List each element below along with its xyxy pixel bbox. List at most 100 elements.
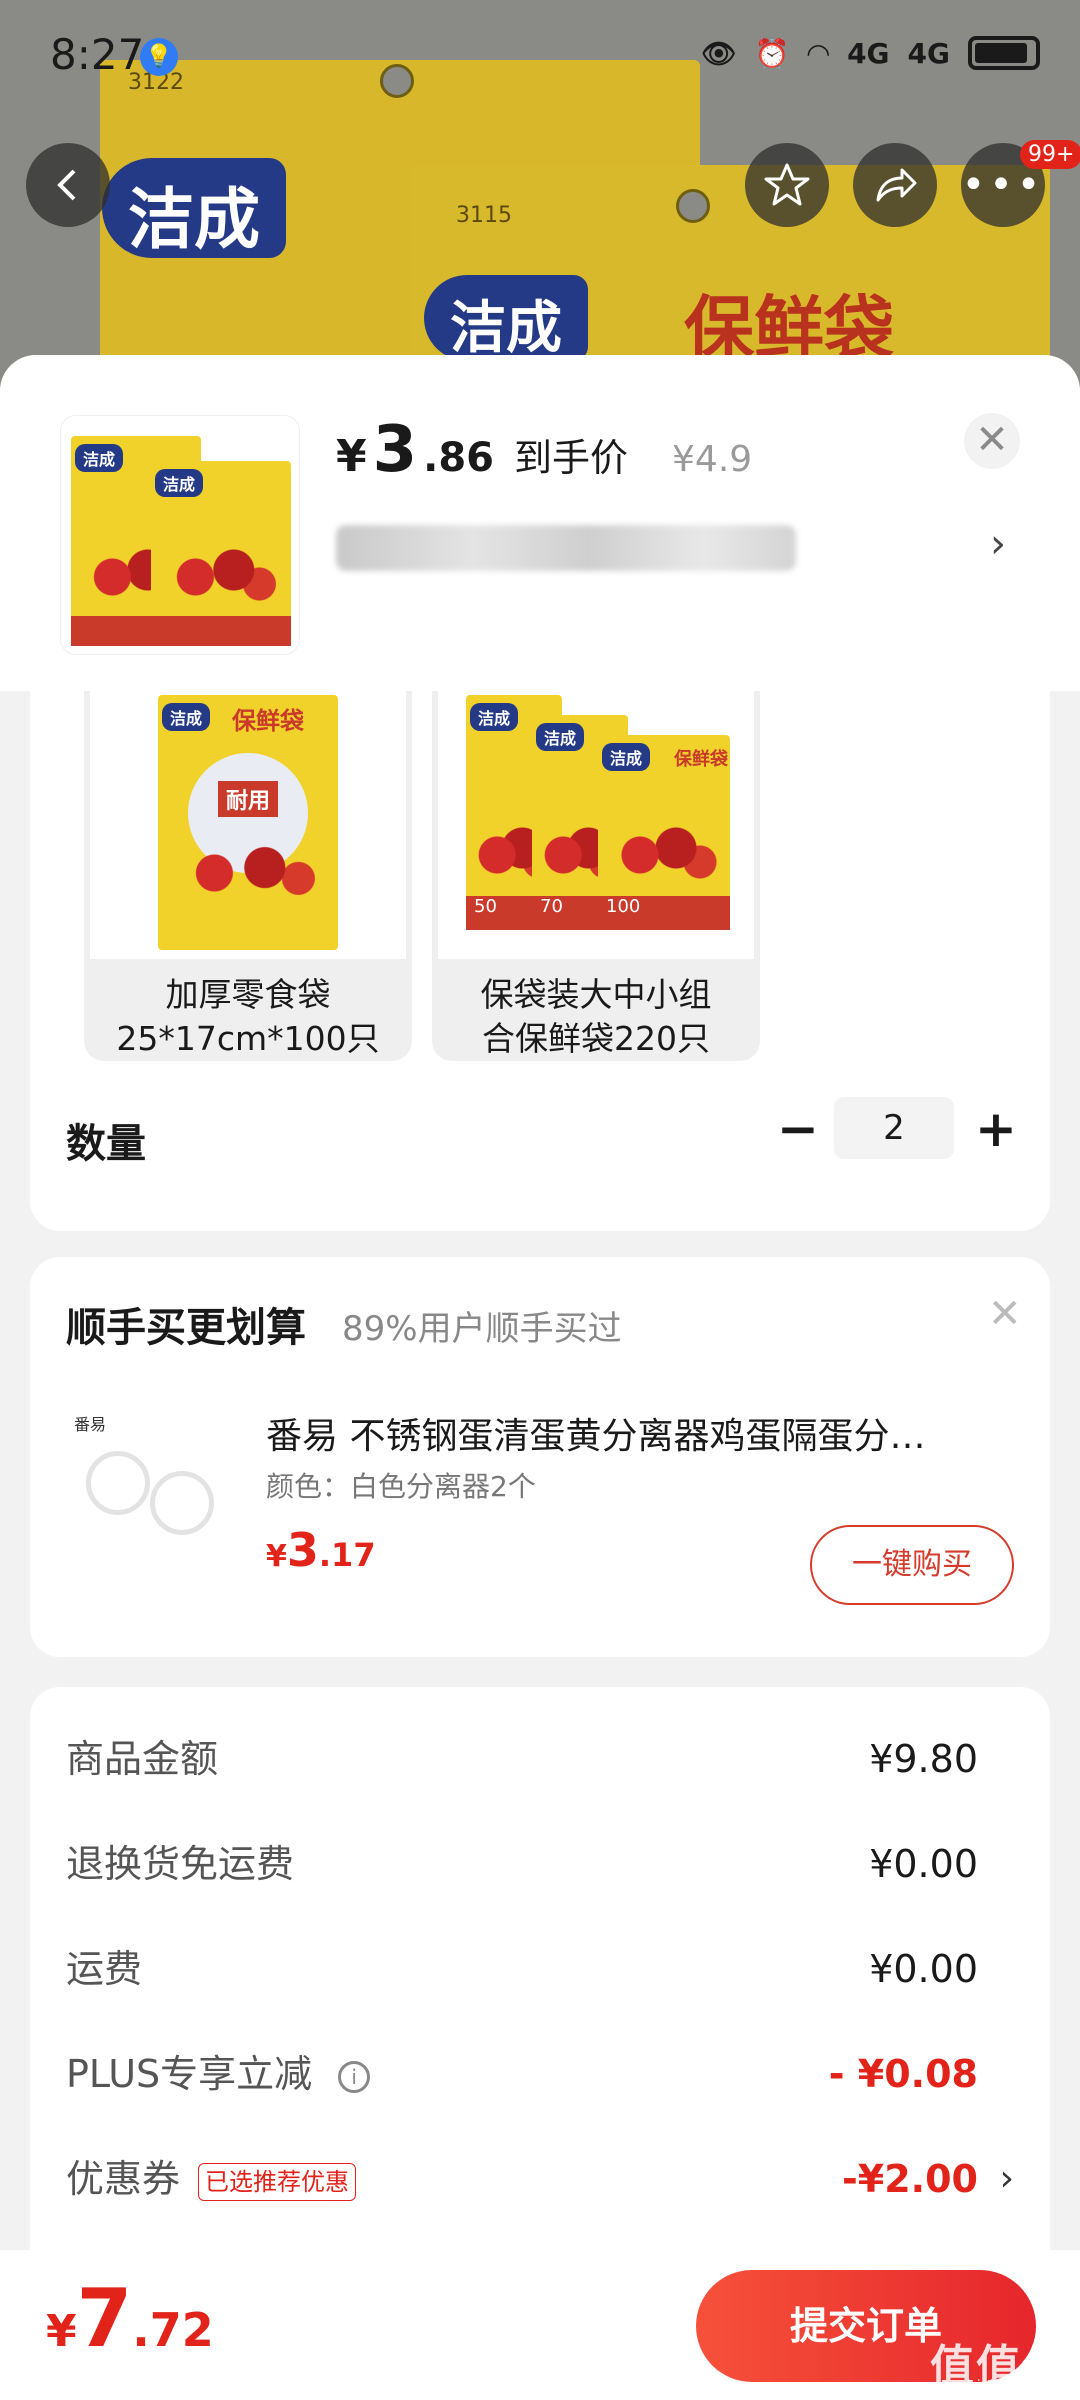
close-sheet-button[interactable]: ✕	[964, 413, 1020, 469]
spec-option[interactable]: 洁成 50 洁成 70 洁成 保鲜袋 100 保袋装大中小组 合保鲜袋220只	[432, 691, 760, 1061]
summary-row-goods-amount: 商品金额 ¥9.80	[66, 1729, 1014, 1789]
summary-value: -¥2.00	[842, 2157, 978, 2201]
status-icons: 👁 ⏰ ◠ 4G 4G	[701, 36, 1040, 70]
order-summary: 商品金额 ¥9.80 退换货免运费 ¥0.00 运费 ¥0.00 PLUS专享立…	[30, 1687, 1050, 2307]
bundle-recommendation: 顺手买更划算 89%用户顺手买过 ✕ 番易 番易 不锈钢蛋清蛋黄分离器鸡蛋隔蛋分…	[30, 1257, 1050, 1657]
coupon-tag: 已选推荐优惠	[198, 2162, 357, 2201]
bundle-product-name[interactable]: 番易 不锈钢蛋清蛋黄分离器鸡蛋隔蛋分…	[266, 1407, 1006, 1459]
signal-4g-icon: 4G	[907, 36, 950, 70]
pack-image: 洁成 保鲜袋 耐用	[158, 695, 338, 950]
bundle-close-button[interactable]: ✕	[988, 1291, 1022, 1337]
spec-option[interactable]: 洁成 保鲜袋 耐用 加厚零食袋 25*17cm*100只	[84, 691, 412, 1061]
final-price-label: 到手价	[514, 436, 629, 480]
pack-image: 洁成 保鲜袋 100	[598, 735, 730, 930]
quantity-increase-button[interactable]: +	[968, 1099, 1024, 1163]
pack-count: 100	[598, 896, 730, 930]
favorite-button[interactable]	[745, 143, 829, 227]
star-icon	[764, 163, 810, 206]
bundle-product-color: 颜色：白色分离器2个	[266, 1470, 536, 1503]
summary-value: - ¥0.08	[828, 2052, 978, 2096]
egg-separator-art	[86, 1451, 150, 1515]
spec-option-label: 加厚零食袋 25*17cm*100只	[84, 973, 412, 1061]
strawberry-art	[157, 542, 285, 612]
summary-key: 商品金额	[66, 1737, 219, 1781]
price-decimal: .17	[318, 1536, 376, 1574]
price-decimal: .86	[423, 435, 495, 481]
price-integer: 7	[76, 2272, 133, 2365]
price-symbol: ¥	[266, 1539, 287, 1574]
pack-badge: 耐用	[218, 781, 279, 817]
chevron-right-icon: ›	[999, 2158, 1014, 2199]
quantity-input[interactable]: 2	[834, 1097, 954, 1159]
summary-key: 优惠券 已选推荐优惠	[66, 2149, 357, 2209]
quantity-label: 数量	[66, 1121, 146, 1167]
signal-4g-icon: 4G	[847, 36, 890, 70]
spec-label-line: 保袋装大中小组	[480, 975, 712, 1014]
address-blurred[interactable]	[336, 525, 796, 571]
pack-title: 保鲜袋	[674, 749, 728, 770]
share-icon	[876, 168, 917, 202]
brand-logo: 洁成	[155, 469, 204, 497]
summary-value: ¥9.80	[869, 1737, 978, 1781]
alarm-icon: ⏰	[754, 36, 790, 70]
spec-option-label: 保袋装大中小组 合保鲜袋220只	[432, 973, 760, 1061]
summary-row-coupon[interactable]: 优惠券 已选推荐优惠 -¥2.00 ›	[66, 2149, 1014, 2209]
spec-option-image: 洁成 50 洁成 70 洁成 保鲜袋 100	[438, 691, 754, 959]
checkout-footer: ¥7.72 提交订单 值值值 zhizhizhi.com	[0, 2250, 1080, 2400]
quantity-decrease-button[interactable]: −	[770, 1099, 826, 1163]
spec-selector: 洁成 保鲜袋 耐用 加厚零食袋 25*17cm*100只 洁成 50 洁成 70…	[30, 691, 1050, 1231]
pack-image: 洁成	[151, 461, 291, 646]
summary-value: ¥0.00	[869, 1842, 978, 1886]
chevron-right-icon[interactable]: ›	[990, 521, 1006, 567]
eye-icon: 👁	[701, 36, 737, 70]
one-click-buy-button[interactable]: 一键购买	[810, 1525, 1014, 1605]
brand-logo: 洁成	[536, 723, 585, 751]
cranberry-art	[164, 846, 332, 900]
status-bar: 8:27 💡 👁 ⏰ ◠ 4G 4G	[0, 0, 1080, 110]
price-decimal: .72	[132, 2303, 214, 2357]
share-button[interactable]	[853, 143, 937, 227]
sheet-header: 洁成 洁成 ¥ 3 .86 到手价 ¥4.9 ✕ ›	[0, 355, 1080, 691]
message-count-badge: 99+	[1020, 140, 1080, 169]
info-icon[interactable]: i	[338, 2060, 371, 2093]
notification-bulb-icon: 💡	[140, 38, 178, 76]
summary-key-text: 优惠券	[66, 2157, 181, 2201]
brand-logo: 洁成	[602, 743, 651, 771]
bundle-subtitle: 89%用户顺手买过	[342, 1309, 622, 1349]
bundle-title: 顺手买更划算	[66, 1305, 306, 1351]
price-row: ¥ 3 .86 到手价 ¥4.9	[336, 413, 752, 487]
price-symbol: ¥	[336, 431, 367, 482]
spec-label-line: 加厚零食袋	[165, 975, 331, 1014]
summary-row-return-shipping: 退换货免运费 ¥0.00	[66, 1834, 1014, 1894]
bundle-product-image[interactable]: 番易	[66, 1407, 236, 1557]
chevron-left-icon	[57, 169, 76, 201]
wifi-icon: ◠	[807, 36, 830, 70]
strawberry-art	[604, 820, 724, 890]
pack-strip	[151, 616, 291, 646]
spec-label-line: 25*17cm*100只	[116, 1019, 380, 1058]
spec-option-image: 洁成 保鲜袋 耐用	[90, 691, 406, 959]
brand-logo: 洁成	[470, 703, 519, 731]
summary-row-shipping: 运费 ¥0.00	[66, 1939, 1014, 1999]
summary-value: ¥0.00	[869, 1947, 978, 1991]
brand-logo: 洁成	[162, 703, 211, 731]
egg-separator-art	[150, 1471, 214, 1535]
brand-logo: 洁成	[102, 158, 286, 258]
spec-label-line: 合保鲜袋220只	[482, 1019, 710, 1058]
back-button[interactable]	[26, 143, 110, 227]
price-integer: 3	[372, 413, 418, 487]
summary-key: 退换货免运费	[66, 1842, 295, 1886]
price-integer: 3	[286, 1523, 319, 1577]
original-price: ¥4.9	[672, 439, 753, 480]
product-thumbnail: 洁成 洁成	[60, 415, 300, 655]
watermark-url: zhizhizhi.com	[958, 2376, 1067, 2395]
purchase-bottom-sheet: 洁成 洁成 ¥ 3 .86 到手价 ¥4.9 ✕ › 洁成 保鲜袋 耐用 加厚零…	[0, 355, 1080, 2400]
pack-title: 保鲜袋	[232, 707, 304, 735]
battery-icon	[968, 36, 1040, 70]
summary-key-text: PLUS专享立减	[66, 2052, 313, 2096]
summary-key: 运费	[66, 1947, 143, 1991]
summary-key: PLUS专享立减 i	[66, 2044, 371, 2104]
product-code: 3115	[456, 203, 512, 228]
brand-logo: 洁成	[75, 444, 124, 472]
price-symbol: ¥	[46, 2306, 77, 2357]
